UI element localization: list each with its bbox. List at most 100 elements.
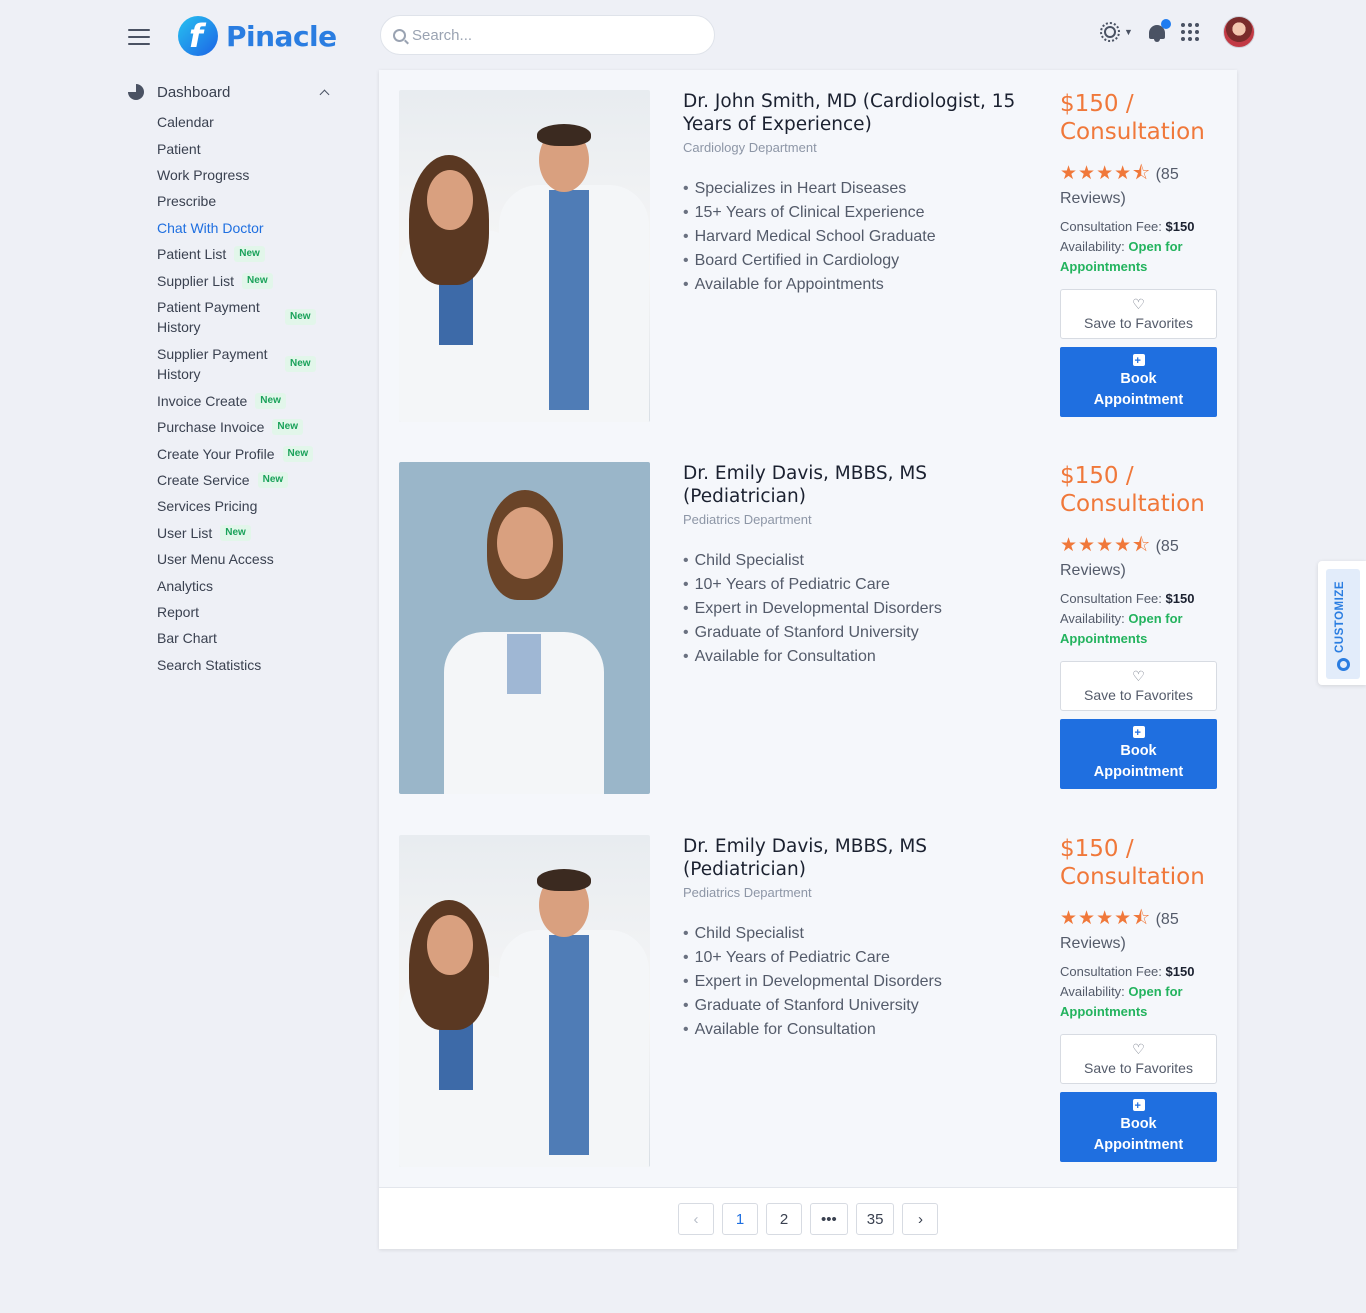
sidebar-item-services-pricing[interactable]: Services Pricing xyxy=(157,493,338,519)
sidebar-item-label: Chat With Doctor xyxy=(157,219,264,236)
page-button-2[interactable]: 2 xyxy=(766,1203,802,1235)
sidebar-item-report[interactable]: Report xyxy=(157,599,338,625)
consultation-price: $150 / Consultation xyxy=(1060,836,1205,890)
favorite-label: Save to Favorites xyxy=(1084,315,1193,331)
doctor-name[interactable]: Dr. Emily Davis, MBBS, MS (Pediatrician) xyxy=(683,462,1033,508)
new-badge: New xyxy=(255,392,286,409)
sidebar-section-dashboard[interactable]: Dashboard xyxy=(128,80,338,104)
sidebar-item-label: Search Statistics xyxy=(157,656,262,673)
customize-label: CUSTOMIZE xyxy=(1334,581,1346,654)
new-badge: New xyxy=(242,272,273,289)
consultation-fee: Consultation Fee: $150 xyxy=(1060,217,1217,237)
favorite-label: Save to Favorites xyxy=(1084,687,1193,703)
book-label: Book Appointment xyxy=(1093,742,1184,780)
prev-page-button[interactable]: ‹ xyxy=(678,1203,714,1235)
sidebar-item-label: Patient Payment History xyxy=(157,299,260,336)
caret-down-icon: ▼ xyxy=(1124,27,1133,37)
sidebar-item-invoice-create[interactable]: Invoice Create New xyxy=(157,388,338,414)
rating-stars-icon: ★★★★⯪ xyxy=(1060,908,1152,929)
page-button-35[interactable]: 35 xyxy=(855,1203,895,1235)
sidebar: Dashboard Calendar Patient Work Progress Pr… xyxy=(128,80,338,678)
doctor-highlight: Graduate of Stanford University xyxy=(683,994,1033,1018)
page-button-1[interactable]: 1 xyxy=(722,1203,758,1235)
pagination: ‹ 1 2 ••• 35 › xyxy=(678,1203,939,1235)
new-badge: New xyxy=(285,309,316,326)
doctor-highlight: Graduate of Stanford University xyxy=(683,621,1033,645)
doctor-department: Pediatrics Department xyxy=(683,512,812,527)
sidebar-item-patient-list[interactable]: Patient List New xyxy=(157,241,338,267)
sidebar-item-create-your-profile[interactable]: Create Your Profile New xyxy=(157,441,338,467)
avatar[interactable] xyxy=(1222,16,1255,48)
menu-icon[interactable] xyxy=(128,29,150,45)
rating: ★★★★⯪ (85 Reviews) xyxy=(1060,907,1217,956)
consultation-price: $150 / Consultation xyxy=(1060,91,1205,145)
brand-logo[interactable]: Pinacle xyxy=(178,16,337,56)
sidebar-item-label: User Menu Access xyxy=(157,551,274,568)
sidebar-item-prescribe[interactable]: Prescribe xyxy=(157,188,338,214)
sidebar-item-supplier-payment-history[interactable]: Supplier Payment History New xyxy=(157,341,338,388)
sidebar-section-label: Dashboard xyxy=(157,83,231,101)
book-label: Book Appointment xyxy=(1093,370,1184,408)
new-badge: New xyxy=(282,445,314,462)
customize-tab[interactable]: CUSTOMIZE xyxy=(1318,561,1366,685)
rating: ★★★★⯪ (85 Reviews) xyxy=(1060,162,1217,211)
doctor-name[interactable]: Dr. Emily Davis, MBBS, MS (Pediatrician) xyxy=(683,835,1033,881)
doctor-highlight: Child Specialist xyxy=(683,549,1033,573)
save-to-favorites-button[interactable]: ♡ Save to Favorites xyxy=(1060,661,1217,711)
fee-label: Consultation Fee: xyxy=(1060,219,1162,234)
availability: Availability: Open for Appointments xyxy=(1060,609,1217,649)
book-appointment-button[interactable]: Book Appointment xyxy=(1060,719,1217,789)
sidebar-item-label: User List xyxy=(157,524,213,541)
bell-icon[interactable] xyxy=(1147,19,1171,43)
book-appointment-button[interactable]: Book Appointment xyxy=(1060,1092,1217,1162)
sidebar-item-bar-chart[interactable]: Bar Chart xyxy=(157,625,338,651)
consultation-fee: Consultation Fee: $150 xyxy=(1060,962,1217,982)
sidebar-item-analytics[interactable]: Analytics xyxy=(157,572,338,598)
theme-toggle[interactable]: ▼ xyxy=(1098,20,1133,44)
save-to-favorites-button[interactable]: ♡ Save to Favorites xyxy=(1060,1034,1217,1084)
doctor-department: Pediatrics Department xyxy=(683,885,812,900)
doctor-info: Dr. Emily Davis, MBBS, MS (Pediatrician)… xyxy=(683,462,1033,669)
availability: Availability: Open for Appointments xyxy=(1060,237,1217,277)
sidebar-item-label: Create Service xyxy=(157,472,250,489)
new-badge: New xyxy=(272,419,303,436)
gear-icon xyxy=(1337,658,1350,671)
page-ellipsis[interactable]: ••• xyxy=(810,1203,848,1235)
search-input[interactable] xyxy=(412,26,692,44)
doctor-highlight: 10+ Years of Pediatric Care xyxy=(683,573,1033,597)
rating-stars-icon: ★★★★⯪ xyxy=(1060,163,1152,184)
sidebar-item-user-menu-access[interactable]: User Menu Access xyxy=(157,546,338,572)
book-appointment-button[interactable]: Book Appointment xyxy=(1060,347,1217,417)
doctor-department: Cardiology Department xyxy=(683,140,817,155)
fee-value: $150 xyxy=(1165,219,1195,234)
new-badge: New xyxy=(285,356,316,373)
sidebar-menu: Calendar Patient Work Progress Prescribe Cha… xyxy=(128,109,338,678)
sidebar-item-supplier-list[interactable]: Supplier List New xyxy=(157,267,338,293)
sidebar-item-user-list[interactable]: User List New xyxy=(157,520,338,546)
sidebar-item-search-statistics[interactable]: Search Statistics xyxy=(157,652,338,678)
doctor-name[interactable]: Dr. John Smith, MD (Cardiologist, 15 Yea… xyxy=(683,90,1033,136)
favorite-label: Save to Favorites xyxy=(1084,1060,1193,1076)
sidebar-item-chat-with-doctor[interactable]: Chat With Doctor xyxy=(157,215,338,241)
sidebar-item-patient[interactable]: Patient xyxy=(157,135,338,161)
save-to-favorites-button[interactable]: ♡ Save to Favorites xyxy=(1060,289,1217,339)
new-badge: New xyxy=(234,246,265,263)
doctor-card: Dr. Emily Davis, MBBS, MS (Pediatrician)… xyxy=(399,462,1217,795)
fee-value: $150 xyxy=(1165,591,1195,606)
sidebar-item-patient-payment-history[interactable]: Patient Payment History New xyxy=(157,294,338,341)
search-box[interactable] xyxy=(380,15,715,55)
doctor-highlight: Harvard Medical School Graduate xyxy=(683,225,1033,249)
rating-stars-icon: ★★★★⯪ xyxy=(1060,535,1152,556)
sidebar-item-purchase-invoice[interactable]: Purchase Invoice New xyxy=(157,414,338,440)
next-page-button[interactable]: › xyxy=(902,1203,939,1235)
doctor-highlight: 15+ Years of Clinical Experience xyxy=(683,201,1033,225)
pricing-column: $150 / Consultation ★★★★⯪ (85 Reviews) Con… xyxy=(1060,462,1217,789)
sidebar-item-create-service[interactable]: Create Service New xyxy=(157,467,338,493)
apps-grid-icon[interactable] xyxy=(1180,23,1199,41)
sidebar-item-label: Supplier Payment History xyxy=(157,346,268,383)
sidebar-item-work-progress[interactable]: Work Progress xyxy=(157,162,338,188)
consultation-price: $150 / Consultation xyxy=(1060,463,1205,517)
doctor-highlight: Available for Appointments xyxy=(683,273,1033,297)
doctor-highlight: Child Specialist xyxy=(683,922,1033,946)
sidebar-item-calendar[interactable]: Calendar xyxy=(157,109,338,135)
